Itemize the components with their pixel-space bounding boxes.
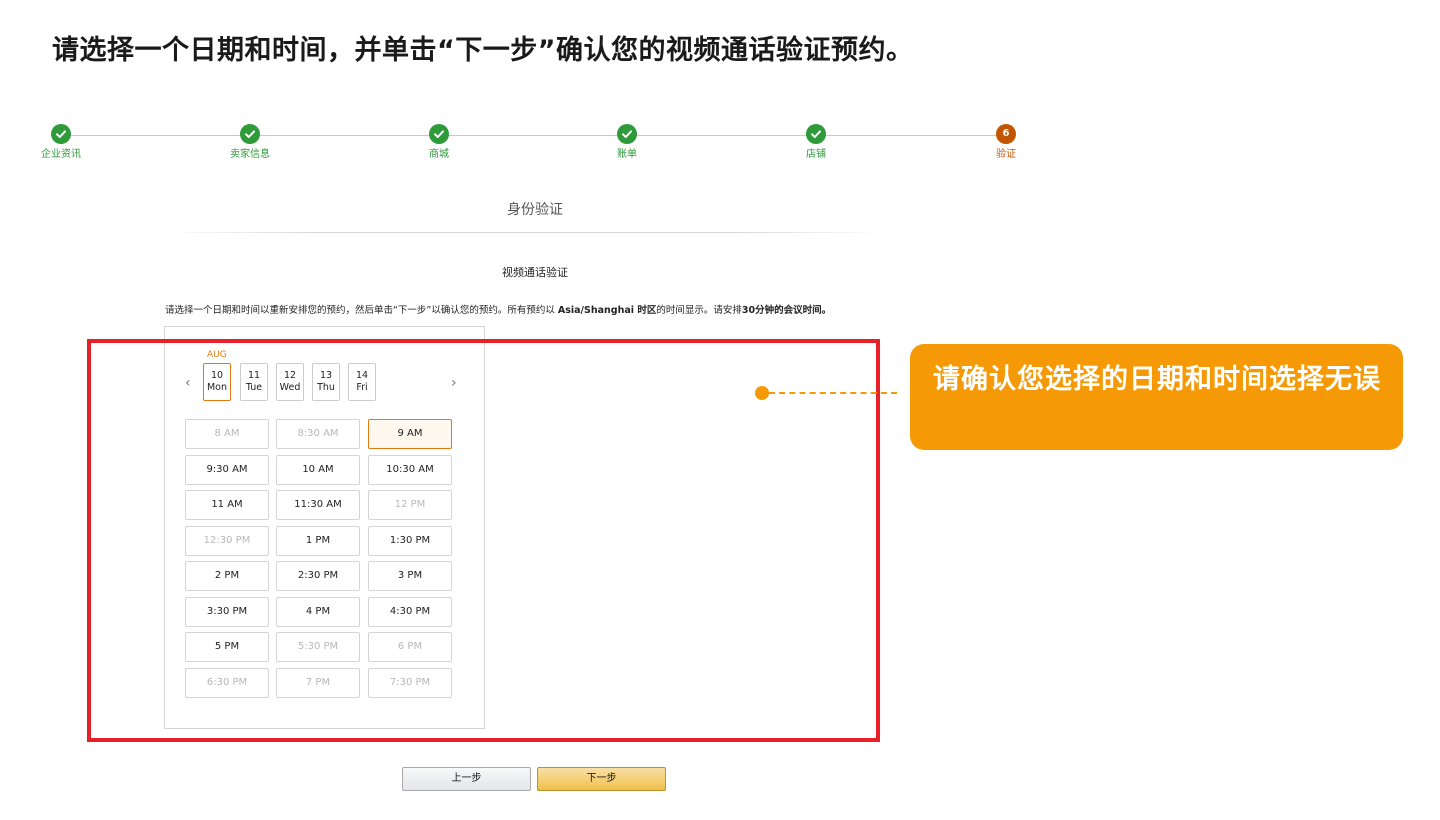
day-weekday: Thu <box>317 382 335 393</box>
day-date: 11 <box>247 370 261 381</box>
time-slot[interactable]: 2:30 PM <box>276 561 360 591</box>
step-label: 账单 <box>617 149 637 160</box>
stepper-track <box>62 135 1006 136</box>
checkmark-icon <box>617 124 637 144</box>
progress-stepper: 企业资讯 卖家信息 商城 账单 店铺 6 验证 <box>40 124 1030 164</box>
day-weekday: Fri <box>356 382 368 393</box>
day-tab[interactable]: 11 Tue <box>240 363 268 401</box>
next-button[interactable]: 下一步 <box>537 767 666 791</box>
time-slot: 12:30 PM <box>185 525 269 556</box>
time-slot: 8:30 AM <box>276 419 360 449</box>
time-slot[interactable]: 1:30 PM <box>368 525 452 556</box>
checkmark-icon <box>429 124 449 144</box>
time-slot[interactable]: 2 PM <box>185 561 269 591</box>
step-6: 6 验证 <box>976 124 1036 160</box>
chevron-left-icon[interactable]: ‹ <box>185 375 191 391</box>
time-slot: 6:30 PM <box>185 667 269 698</box>
step-label: 验证 <box>996 149 1016 160</box>
chevron-right-icon[interactable]: › <box>451 375 457 391</box>
day-weekday: Wed <box>279 382 301 393</box>
step-label: 企业资讯 <box>41 149 81 160</box>
day-tab[interactable]: 13 Thu <box>312 363 340 401</box>
time-slot[interactable]: 1 PM <box>276 525 360 556</box>
instruction-timezone: Asia/Shanghai 时区 <box>557 305 657 316</box>
time-slot[interactable]: 11:30 AM <box>276 490 360 520</box>
time-slot: 6 PM <box>368 632 452 662</box>
time-slot[interactable]: 3 PM <box>368 561 452 591</box>
time-slot[interactable]: 4 PM <box>276 596 360 627</box>
step-5: 店铺 <box>786 124 846 160</box>
time-slot[interactable]: 10 AM <box>276 454 360 485</box>
step-label: 卖家信息 <box>230 149 270 160</box>
time-slot: 12 PM <box>368 490 452 520</box>
time-slot[interactable]: 9:30 AM <box>185 454 269 485</box>
section-divider <box>165 232 885 233</box>
step-label: 商城 <box>429 149 449 160</box>
time-slot: 7:30 PM <box>368 667 452 698</box>
sub-title: 视频通话验证 <box>502 266 568 279</box>
step-1: 企业资讯 <box>31 124 91 160</box>
appointment-scheduler: AUG ‹ › 10 Mon 11 Tue 12 Wed 13 Thu 14 Fri 8 AM 8:… <box>164 326 485 729</box>
day-weekday: Tue <box>245 382 263 393</box>
time-slot: 5:30 PM <box>276 632 360 662</box>
time-slot[interactable]: 5 PM <box>185 632 269 662</box>
day-tab[interactable]: 14 Fri <box>348 363 376 401</box>
step-label: 店铺 <box>806 149 826 160</box>
step-number: 6 <box>996 124 1016 144</box>
step-3: 商城 <box>409 124 469 160</box>
page-headline: 请选择一个日期和时间，并单击“下一步”确认您的视频通话验证预约。 <box>52 35 914 66</box>
section-title: 身份验证 <box>507 202 563 218</box>
time-slot: 7 PM <box>276 667 360 698</box>
instruction-duration: 30分钟的会议时间。 <box>741 305 832 316</box>
time-slot[interactable]: 9 AM <box>368 419 452 449</box>
instruction-part2: 的时间显示。请安排 <box>656 305 742 316</box>
day-tab[interactable]: 12 Wed <box>276 363 304 401</box>
callout-bubble: 请确认您选择的日期和时间选择无误 <box>910 344 1403 450</box>
day-date: 13 <box>319 370 333 381</box>
day-date: 10 <box>210 370 224 381</box>
checkmark-icon <box>806 124 826 144</box>
step-2: 卖家信息 <box>220 124 280 160</box>
instruction-text: 请选择一个日期和时间以重新安排您的预约，然后单击“下一步”以确认您的预约。所有预… <box>165 302 831 316</box>
day-weekday: Mon <box>206 382 228 393</box>
day-tab[interactable]: 10 Mon <box>203 363 231 401</box>
instruction-part1: 请选择一个日期和时间以重新安排您的预约，然后单击“下一步”以确认您的预约。所有预… <box>165 305 558 316</box>
callout-dot <box>755 386 769 400</box>
step-4: 账单 <box>597 124 657 160</box>
previous-button[interactable]: 上一步 <box>402 767 531 791</box>
callout-connector <box>769 392 897 394</box>
time-slot[interactable]: 3:30 PM <box>185 596 269 627</box>
month-label: AUG <box>207 350 227 360</box>
day-date: 12 <box>283 370 297 381</box>
time-slot: 8 AM <box>185 419 269 449</box>
checkmark-icon <box>240 124 260 144</box>
checkmark-icon <box>51 124 71 144</box>
day-date: 14 <box>355 370 369 381</box>
time-slot[interactable]: 10:30 AM <box>368 454 452 485</box>
time-slot[interactable]: 11 AM <box>185 490 269 520</box>
time-slot[interactable]: 4:30 PM <box>368 596 452 627</box>
